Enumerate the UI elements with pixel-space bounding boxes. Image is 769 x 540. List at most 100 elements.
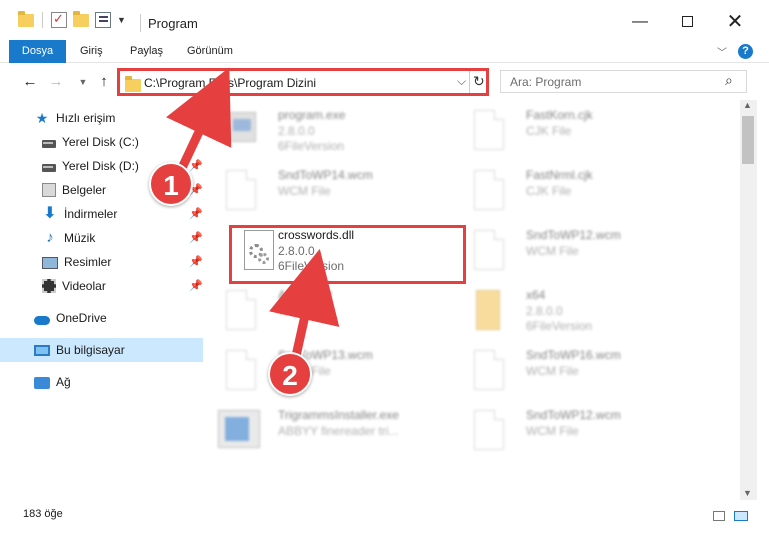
tab-file[interactable]: Dosya bbox=[9, 40, 66, 63]
file-item[interactable]: SndToWP13.wcm WCM File bbox=[212, 344, 452, 402]
file-detail: 2.8.0.0 bbox=[278, 124, 315, 138]
pin-icon[interactable]: 📌 bbox=[189, 279, 203, 292]
sidebar-item-this-pc[interactable]: Bu bilgisayar bbox=[0, 338, 203, 362]
search-icon[interactable]: ⌕ bbox=[725, 72, 733, 89]
navigation-pane: ★ Hızlı erişim Yerel Disk (C:) 📌 Yerel D… bbox=[0, 100, 205, 500]
properties-check-icon[interactable] bbox=[51, 11, 67, 28]
file-item[interactable]: program.exe 2.8.0.0 6FileVersion bbox=[212, 104, 452, 162]
sidebar-item-network[interactable]: Ağ bbox=[0, 370, 203, 394]
onedrive-cloud-icon bbox=[34, 315, 50, 325]
pin-icon[interactable]: 📌 bbox=[189, 159, 203, 172]
file-item[interactable]: SndToWP12.wcm WCM File bbox=[460, 404, 700, 462]
file-detail: 6FileVersion bbox=[526, 319, 593, 333]
sidebar-item-label: Hızlı erişim bbox=[56, 111, 116, 125]
sidebar-item-onedrive[interactable]: OneDrive bbox=[0, 306, 203, 330]
help-icon[interactable]: ? bbox=[738, 44, 753, 59]
tab-view[interactable]: Görünüm bbox=[187, 40, 233, 63]
close-button[interactable]: ✕ bbox=[720, 10, 750, 34]
sidebar-item-videos[interactable]: Videolar 📌 bbox=[0, 274, 203, 298]
pin-icon[interactable]: 📌 bbox=[189, 207, 203, 220]
network-icon bbox=[34, 377, 50, 389]
tab-share[interactable]: Paylaş bbox=[130, 40, 163, 63]
document-icon bbox=[226, 350, 256, 390]
file-detail: 6FileVersion bbox=[278, 139, 345, 153]
sidebar-item-local-disk-c[interactable]: Yerel Disk (C:) 📌 bbox=[0, 130, 203, 154]
file-name: ArabWord bbox=[278, 288, 332, 302]
folder-icon bbox=[18, 11, 34, 28]
file-item[interactable]: FastNrml.cjk CJK File bbox=[460, 164, 700, 222]
sidebar-item-quick-access[interactable]: ★ Hızlı erişim bbox=[0, 106, 203, 130]
videos-icon bbox=[42, 279, 56, 293]
window-title: Program bbox=[148, 16, 198, 31]
file-detail: WCM File bbox=[526, 424, 579, 438]
pin-icon[interactable]: 📌 bbox=[189, 231, 203, 244]
address-dropdown-icon[interactable]: ⌵ bbox=[457, 74, 466, 89]
title-divider bbox=[140, 14, 141, 32]
file-item[interactable]: SndToWP12.wcm WCM File bbox=[460, 224, 700, 282]
customize-icon[interactable] bbox=[95, 12, 111, 28]
up-arrow-icon[interactable]: ↑ bbox=[94, 72, 114, 92]
pin-icon[interactable]: 📌 bbox=[189, 135, 203, 148]
file-name: SndToWP16.wcm bbox=[526, 348, 621, 362]
sidebar-item-label: Müzik bbox=[64, 231, 96, 245]
document-icon bbox=[474, 110, 504, 150]
scroll-thumb[interactable] bbox=[742, 116, 754, 164]
document-icon bbox=[474, 230, 504, 270]
chevron-down-icon[interactable]: ▼ bbox=[117, 15, 126, 25]
file-detail: CJK File bbox=[526, 184, 572, 198]
ribbon-tabs: Dosya Giriş Paylaş Görünüm ﹀ bbox=[0, 40, 769, 63]
document-icon bbox=[474, 170, 504, 210]
vertical-scrollbar[interactable]: ▲ ▼ bbox=[740, 100, 757, 500]
sidebar-item-label: Belgeler bbox=[62, 183, 107, 197]
refresh-icon[interactable]: ↻ bbox=[473, 73, 485, 90]
title-bar: ▼ Program — ✕ bbox=[0, 0, 769, 40]
ribbon-expand-icon[interactable]: ﹀ bbox=[717, 44, 727, 59]
file-detail: WCM File bbox=[278, 184, 331, 198]
file-item[interactable]: SndToWP16.wcm WCM File bbox=[460, 344, 700, 402]
drive-icon bbox=[42, 164, 56, 172]
exe-icon bbox=[228, 112, 256, 142]
sidebar-item-label: İndirmeler bbox=[64, 207, 118, 221]
sidebar-item-label: OneDrive bbox=[56, 311, 107, 325]
sidebar-item-label: Yerel Disk (D:) bbox=[62, 159, 139, 173]
scroll-up-icon[interactable]: ▲ bbox=[743, 100, 752, 110]
new-folder-icon[interactable] bbox=[73, 11, 89, 28]
details-view-icon[interactable] bbox=[713, 511, 725, 521]
annotation-marker-1: 1 bbox=[149, 162, 193, 206]
file-item[interactable]: FastKorn.cjk CJK File bbox=[460, 104, 700, 162]
search-box[interactable]: Ara: Program ⌕ bbox=[500, 70, 747, 93]
file-list: program.exe 2.8.0.0 6FileVersion FastKor… bbox=[212, 100, 739, 500]
address-folder-icon bbox=[125, 76, 141, 92]
tiles-view-icon[interactable] bbox=[734, 511, 748, 521]
file-name: TrigrammsInstaller.exe bbox=[278, 408, 399, 422]
file-detail: WCM File bbox=[526, 364, 579, 378]
sidebar-item-music[interactable]: ♪ Müzik 📌 bbox=[0, 226, 203, 250]
file-detail: WCM File bbox=[526, 244, 579, 258]
pin-icon[interactable]: 📌 bbox=[189, 255, 203, 268]
file-item[interactable]: ArabWord WRI File bbox=[212, 284, 452, 342]
tab-home[interactable]: Giriş bbox=[80, 40, 103, 63]
maximize-button[interactable] bbox=[672, 10, 702, 34]
sidebar-item-label: Yerel Disk (C:) bbox=[62, 135, 139, 149]
file-item[interactable]: TrigrammsInstaller.exe ABBYY finereader … bbox=[212, 404, 452, 462]
address-bar[interactable]: C:\Program Files\Program Dizini ⌵ ↻ bbox=[117, 68, 489, 96]
drive-icon bbox=[42, 140, 56, 148]
back-arrow-icon[interactable]: ← bbox=[20, 72, 40, 92]
file-item[interactable]: x64 2.8.0.0 6FileVersion bbox=[460, 284, 700, 342]
minimize-button[interactable]: — bbox=[625, 10, 655, 34]
status-bar: 183 öğe bbox=[0, 500, 769, 540]
maximize-icon bbox=[681, 16, 693, 27]
sidebar-item-pictures[interactable]: Resimler 📌 bbox=[0, 250, 203, 274]
pictures-icon bbox=[42, 257, 58, 269]
file-detail: WRI File bbox=[278, 304, 324, 318]
file-item[interactable]: SndToWP14.wcm WCM File bbox=[212, 164, 452, 222]
file-detail: ABBYY finereader tri... bbox=[278, 424, 399, 438]
document-icon bbox=[226, 170, 256, 210]
scroll-down-icon[interactable]: ▼ bbox=[743, 488, 752, 498]
file-name: program.exe bbox=[278, 108, 346, 122]
search-placeholder[interactable]: Ara: Program bbox=[510, 75, 581, 89]
recent-locations-chevron-icon[interactable]: ▼ bbox=[73, 72, 93, 92]
forward-arrow-icon[interactable]: → bbox=[46, 72, 66, 92]
address-path[interactable]: C:\Program Files\Program Dizini bbox=[144, 76, 316, 90]
file-name: FastKorn.cjk bbox=[526, 108, 593, 122]
